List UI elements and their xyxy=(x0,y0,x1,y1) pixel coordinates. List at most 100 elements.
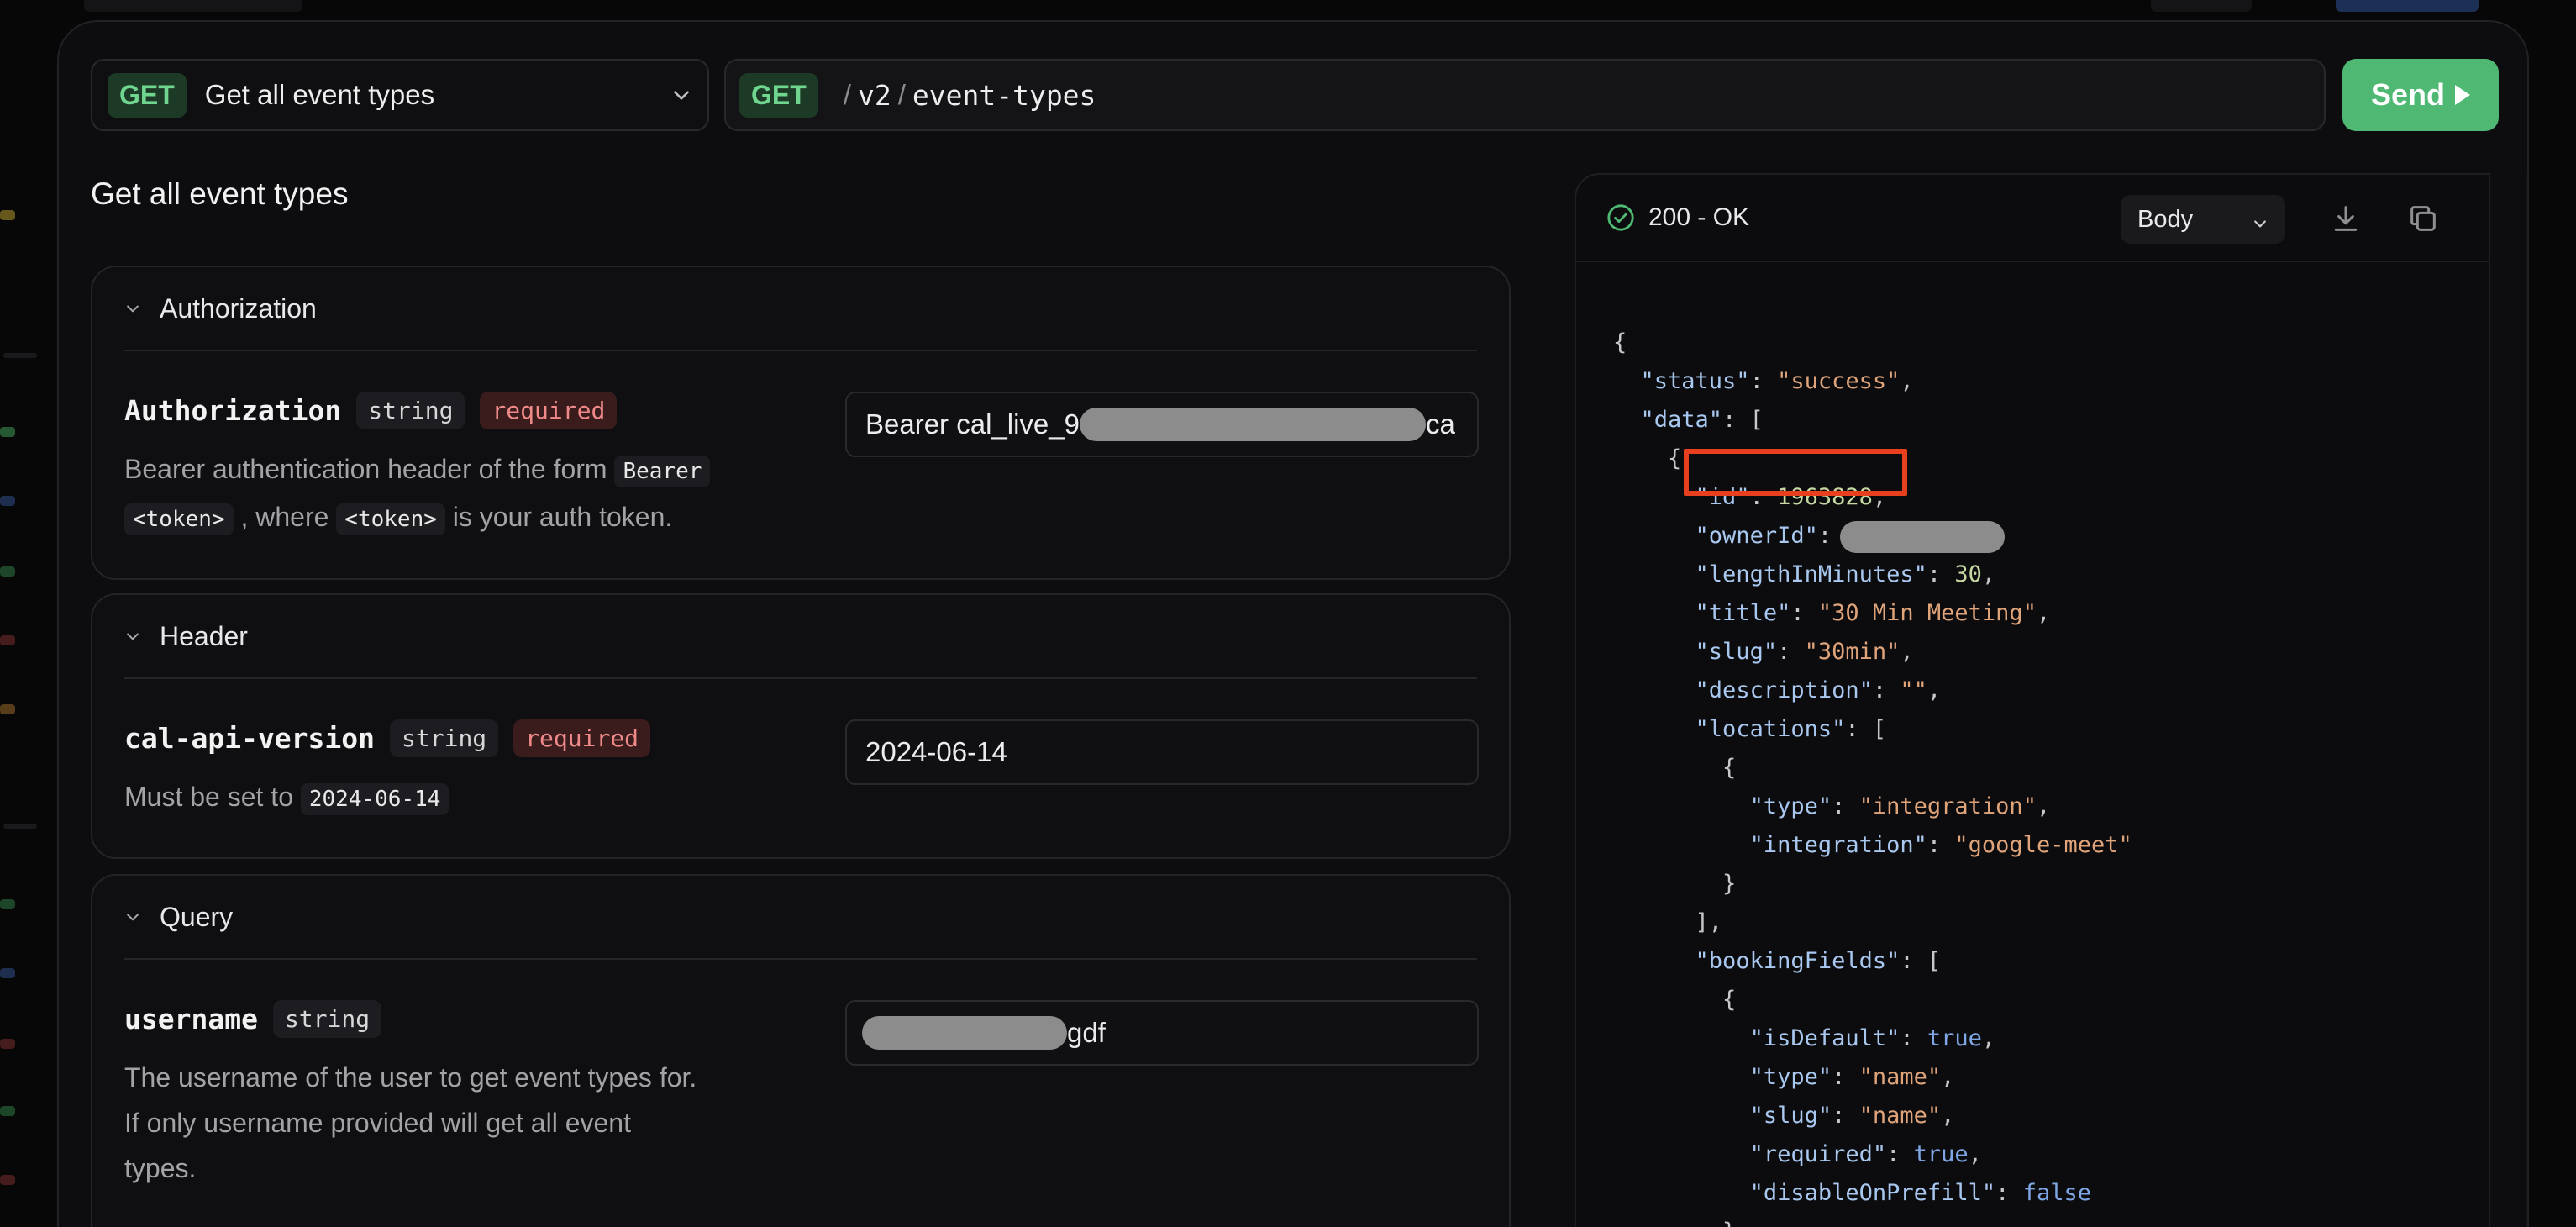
response-header: 200 - OK Body xyxy=(1576,175,2489,262)
endpoint-title: Get all event types xyxy=(204,79,435,110)
json-line: "slug": "30min", xyxy=(1695,639,1914,665)
json-line: "lengthInMinutes": 30, xyxy=(1695,561,1996,587)
json-line: { xyxy=(1613,445,1682,471)
api-playground-modal: GET Get all event types GET / v2 / event… xyxy=(57,20,2529,1227)
json-line: "status": "success", xyxy=(1640,368,1914,394)
background-sidebar xyxy=(0,0,59,1227)
json-line: "disableOnPrefill": false xyxy=(1749,1180,2091,1206)
chevron-down-icon xyxy=(670,84,692,106)
response-scrollbar[interactable] xyxy=(2526,173,2527,1227)
desc-text: types. xyxy=(124,1153,197,1183)
chevron-down-icon xyxy=(124,628,141,645)
bg-marker xyxy=(0,427,15,437)
param-name: cal-api-version xyxy=(124,722,376,755)
section-title: Query xyxy=(160,901,234,932)
json-line: "type": "integration", xyxy=(1749,793,2051,819)
param-name: username xyxy=(124,1003,258,1035)
code-chip: <token> xyxy=(336,503,445,535)
json-line: "type": "name", xyxy=(1749,1064,1955,1090)
json-line: "bookingFields": [ xyxy=(1695,948,1942,974)
desc-text: The username of the user to get event ty… xyxy=(124,1062,697,1093)
desc-text: Bearer authentication header of the form xyxy=(124,454,607,484)
code-chip: Bearer xyxy=(614,456,711,487)
json-line: "description": "", xyxy=(1695,677,1942,703)
input-value: Bearer cal_live_9 xyxy=(865,408,1080,440)
redacted-mask xyxy=(862,1016,1067,1050)
json-line: "ownerId": xyxy=(1695,523,1832,549)
response-view-label: Body xyxy=(2137,205,2194,233)
url-segment-version[interactable]: v2 xyxy=(858,79,891,112)
section-header-query[interactable]: Query xyxy=(124,876,1477,960)
send-label: Send xyxy=(2370,77,2445,112)
url-method-badge: GET xyxy=(739,72,818,118)
method-badge: GET xyxy=(108,72,187,118)
param-username: username string The username of the user… xyxy=(124,1000,796,1191)
authorization-input[interactable]: Bearer cal_live_9 ca xyxy=(845,392,1479,457)
cal-api-version-input[interactable]: 2024-06-14 xyxy=(845,719,1479,785)
copy-icon[interactable] xyxy=(2406,202,2440,235)
username-input[interactable]: gdf xyxy=(845,1000,1479,1066)
bg-marker xyxy=(0,1175,15,1185)
endpoint-selector[interactable]: GET Get all event types xyxy=(91,59,709,131)
desc-text: If only username provided will get all e… xyxy=(124,1108,631,1138)
code-chip: 2024-06-14 xyxy=(300,783,449,815)
download-icon[interactable] xyxy=(2329,202,2363,235)
input-value: gdf xyxy=(1067,1017,1106,1048)
json-line: ], xyxy=(1613,909,1723,935)
bg-marker xyxy=(0,496,15,506)
json-line: "id": 1963828, xyxy=(1695,484,1887,510)
bg-header-hint xyxy=(2336,0,2479,12)
redacted-mask xyxy=(1840,521,2005,553)
bg-header-hint xyxy=(84,0,302,12)
json-line: "isDefault": true, xyxy=(1749,1025,1996,1051)
bg-line xyxy=(3,353,37,358)
json-line: "required": true, xyxy=(1749,1141,1982,1167)
param-cal-api-version: cal-api-version string required Must be … xyxy=(124,719,651,822)
json-line: }, xyxy=(1613,1219,1750,1227)
section-query: Query username string The username of th… xyxy=(91,874,1511,1227)
type-badge: string xyxy=(272,1000,382,1038)
required-badge: required xyxy=(480,392,618,429)
input-value: ca xyxy=(1425,408,1455,440)
bg-line xyxy=(3,824,37,829)
section-title: Header xyxy=(160,620,248,651)
bg-header-hint xyxy=(2151,0,2252,12)
required-badge: required xyxy=(513,719,651,757)
json-line: "locations": [ xyxy=(1695,716,1887,742)
chevron-down-icon xyxy=(124,908,141,925)
section-header-header[interactable]: Header xyxy=(124,595,1477,679)
param-authorization: Authorization string required Bearer aut… xyxy=(124,392,796,542)
response-status: 200 - OK xyxy=(1648,203,1750,231)
bg-marker xyxy=(0,635,15,645)
bg-marker xyxy=(0,1106,15,1116)
json-line: { xyxy=(1613,987,1737,1013)
json-line: "title": "30 Min Meeting", xyxy=(1695,600,2051,626)
url-separator: / xyxy=(897,79,906,110)
play-icon xyxy=(2455,85,2470,105)
response-view-select[interactable]: Body xyxy=(2121,195,2285,244)
param-name: Authorization xyxy=(124,394,342,427)
url-path: / v2 / event-types xyxy=(837,79,1096,112)
json-line: { xyxy=(1613,755,1737,781)
type-badge: string xyxy=(356,392,465,429)
chevron-down-icon xyxy=(124,300,141,317)
type-badge: string xyxy=(390,719,499,757)
section-header-authorization[interactable]: Authorization xyxy=(124,267,1477,351)
redacted-mask xyxy=(1079,408,1426,441)
url-bar[interactable]: GET / v2 / event-types xyxy=(724,59,2326,131)
json-line: "slug": "name", xyxy=(1749,1103,1955,1129)
check-circle-icon xyxy=(1606,203,1635,232)
json-line: "integration": "google-meet" xyxy=(1749,832,2132,858)
json-line: } xyxy=(1613,871,1737,897)
code-chip: <token> xyxy=(124,503,234,535)
bg-marker xyxy=(0,968,15,978)
url-separator: / xyxy=(843,79,851,110)
json-line: "data": [ xyxy=(1640,407,1764,433)
url-segment-resource[interactable]: event-types xyxy=(912,79,1096,112)
send-button[interactable]: Send xyxy=(2342,59,2499,131)
desc-text: , where xyxy=(240,502,329,532)
section-title: Authorization xyxy=(160,292,317,324)
bg-marker xyxy=(0,1039,15,1049)
section-header: Header cal-api-version string required M… xyxy=(91,593,1511,859)
bg-marker xyxy=(0,899,15,909)
